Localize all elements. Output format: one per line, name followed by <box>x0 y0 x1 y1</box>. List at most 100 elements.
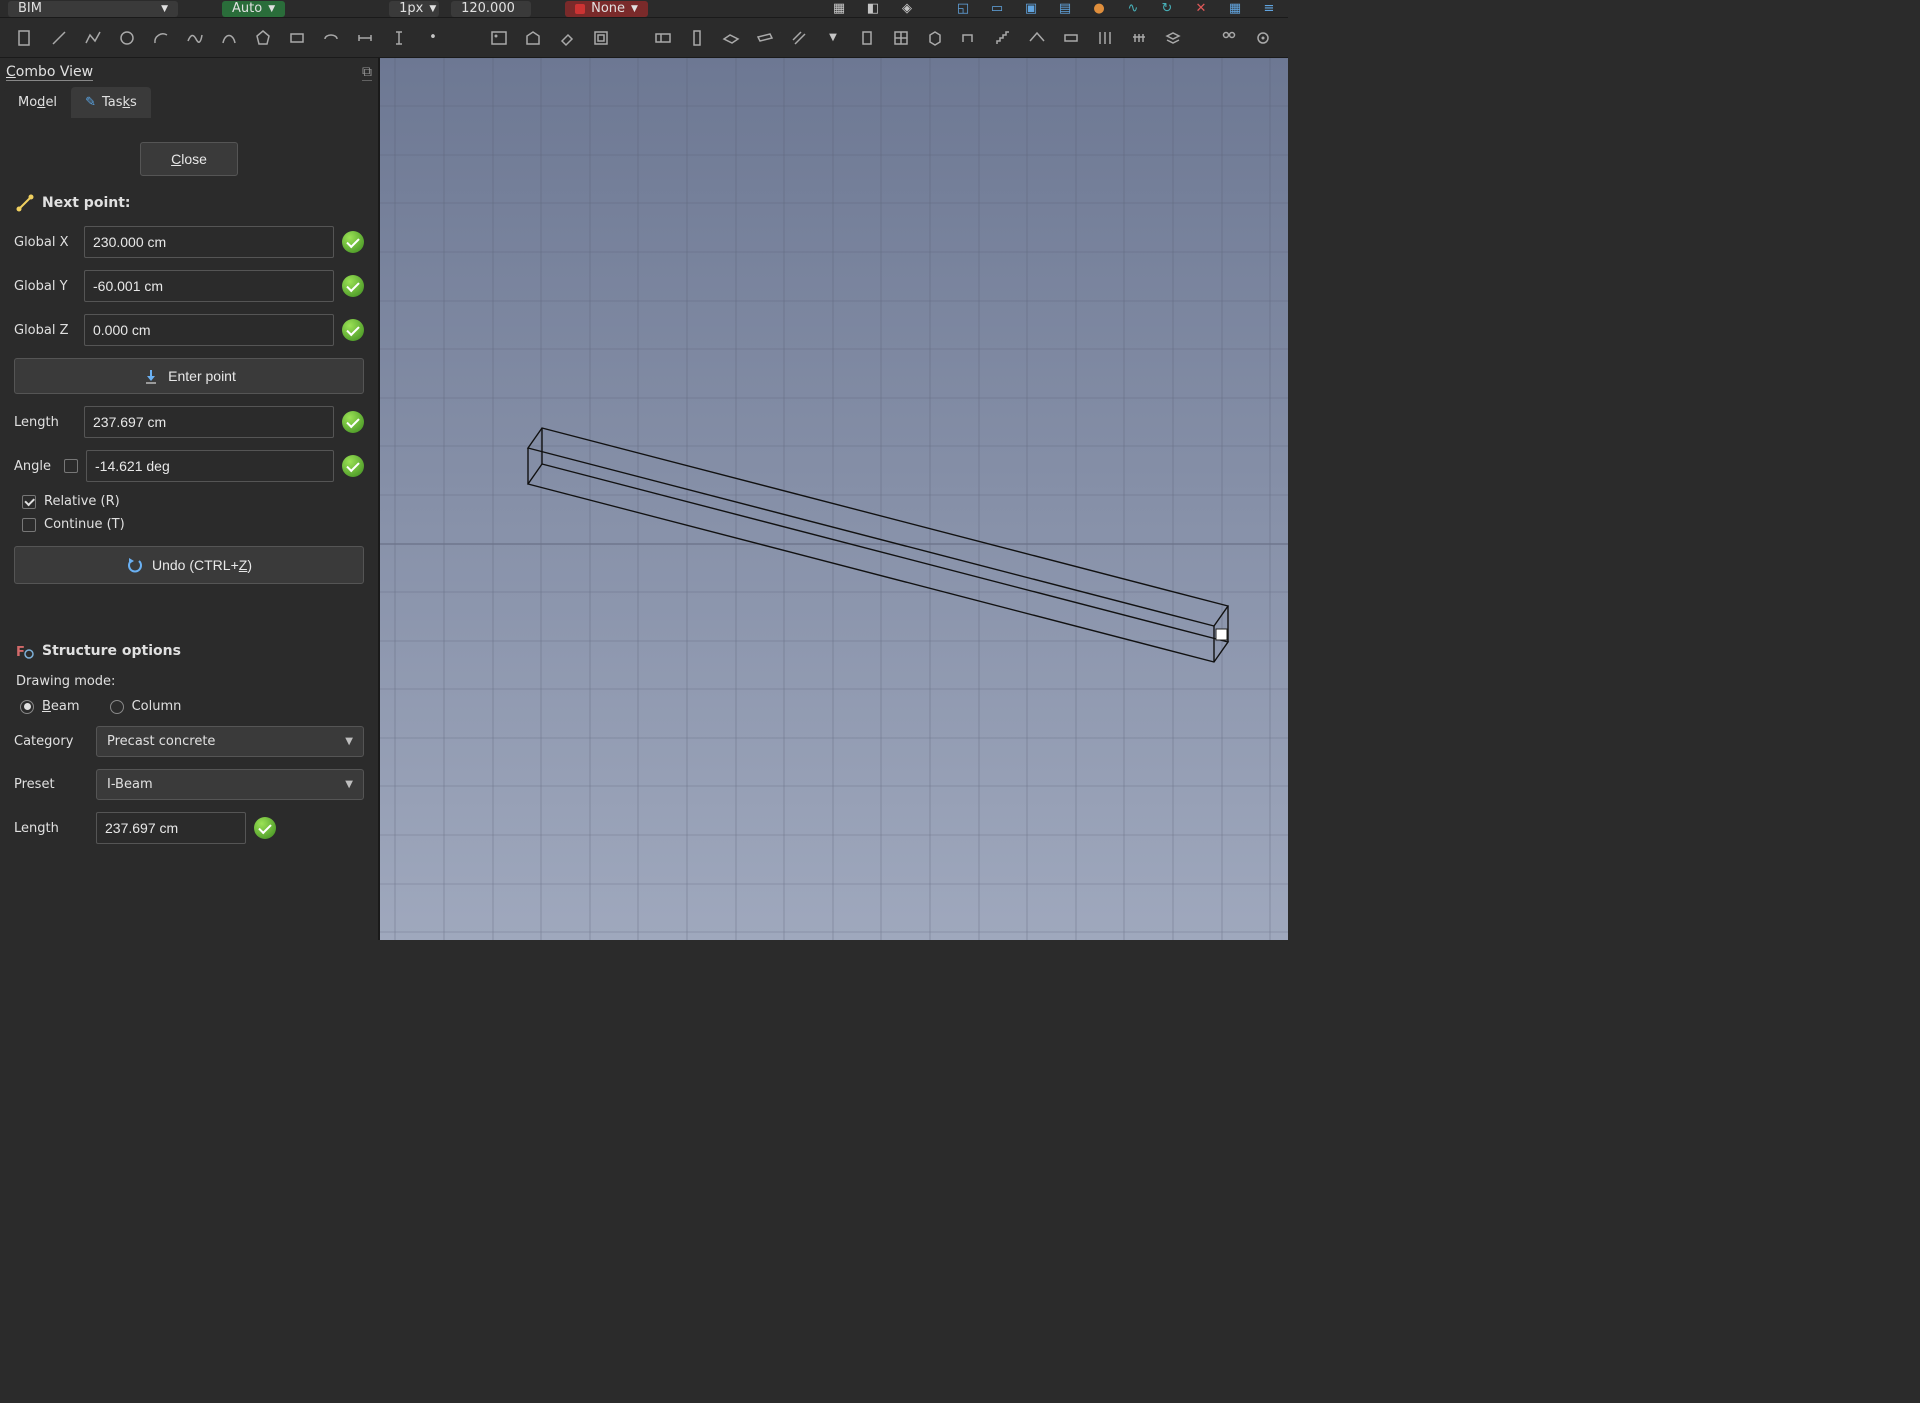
svg-text:F: F <box>16 645 25 660</box>
building-icon[interactable] <box>522 27 544 49</box>
bezier-icon[interactable] <box>218 27 240 49</box>
tab-tasks-label: Tasks <box>102 95 137 110</box>
rectangle-icon[interactable] <box>286 27 308 49</box>
check-icon <box>342 275 364 297</box>
stack-icon[interactable]: ▤ <box>1054 0 1076 18</box>
angle-input[interactable] <box>86 450 334 482</box>
viewport-canvas <box>380 58 1288 940</box>
close-button[interactable]: Close <box>140 142 238 176</box>
slab-icon[interactable] <box>720 27 742 49</box>
dim-v-icon[interactable] <box>388 27 410 49</box>
workbench-selector[interactable]: BIM ▼ <box>8 1 178 17</box>
global-z-input[interactable] <box>84 314 334 346</box>
tab-model[interactable]: Model <box>4 87 71 118</box>
bars-icon[interactable] <box>1094 27 1116 49</box>
tab-tasks[interactable]: ✎ Tasks <box>71 87 151 118</box>
wall-icon[interactable] <box>652 27 674 49</box>
relative-label: Relative (R) <box>44 494 120 509</box>
beam-radio[interactable] <box>20 700 34 714</box>
beam-icon[interactable] <box>754 27 776 49</box>
undock-icon[interactable]: ⧉ <box>362 64 372 81</box>
panel-icon[interactable] <box>1060 27 1082 49</box>
draft-tools: • <box>14 27 444 49</box>
pipe-icon[interactable] <box>958 27 980 49</box>
undo-icon <box>126 556 144 574</box>
preset-label: Preset <box>14 777 88 792</box>
point-icon[interactable]: • <box>422 27 444 49</box>
box3d-icon[interactable] <box>924 27 946 49</box>
wave-icon[interactable]: ∿ <box>1122 0 1144 18</box>
layer-pill[interactable]: None ▼ <box>565 1 648 17</box>
dim-h-icon[interactable] <box>354 27 376 49</box>
stairs-icon[interactable] <box>992 27 1014 49</box>
box-icon[interactable]: ◱ <box>952 0 974 18</box>
global-x-input[interactable] <box>84 226 334 258</box>
list-icon[interactable]: ≡ <box>1258 0 1280 18</box>
wp-icon[interactable]: ◧ <box>862 0 884 18</box>
window-icon[interactable] <box>890 27 912 49</box>
hatch-icon[interactable] <box>788 27 810 49</box>
dot-icon[interactable]: ● <box>1088 0 1110 18</box>
tabs: Model ✎ Tasks <box>0 87 378 118</box>
global-y-label: Global Y <box>14 279 76 294</box>
grid-icon[interactable]: ▦ <box>828 0 850 18</box>
top-toolbar-1: BIM ▼ Auto ▼ 1px ▼ 120.000 None ▼ ▦ ◧ ◈ <box>0 0 1288 18</box>
column-icon[interactable] <box>686 27 708 49</box>
layer-label: None <box>591 1 625 16</box>
door-icon[interactable] <box>856 27 878 49</box>
circle-icon[interactable] <box>116 27 138 49</box>
arc-icon[interactable] <box>150 27 172 49</box>
struct-length-input[interactable] <box>96 812 246 844</box>
refresh-icon[interactable]: ↻ <box>1156 0 1178 18</box>
roof-icon[interactable] <box>1026 27 1048 49</box>
chevron-down-icon[interactable]: ▼ <box>822 27 844 49</box>
global-y-input[interactable] <box>84 270 334 302</box>
continue-label: Continue (T) <box>44 517 125 532</box>
auto-mode-pill[interactable]: Auto ▼ <box>222 1 285 17</box>
line-point-icon <box>16 194 34 212</box>
global-x-label: Global X <box>14 235 76 250</box>
global-z-label: Global Z <box>14 323 76 338</box>
3d-viewport[interactable] <box>380 58 1288 940</box>
category-select[interactable]: Precast concrete ▼ <box>96 726 364 757</box>
frame-icon[interactable] <box>590 27 612 49</box>
scale-value: 120.000 <box>461 1 515 16</box>
polyline-icon[interactable] <box>82 27 104 49</box>
length-label: Length <box>14 415 76 430</box>
fence-icon[interactable] <box>1128 27 1150 49</box>
continue-checkbox[interactable] <box>22 518 36 532</box>
rect-icon[interactable]: ▭ <box>986 0 1008 18</box>
auto-label: Auto <box>232 1 262 16</box>
settings-icon[interactable] <box>1252 27 1274 49</box>
enter-point-button[interactable]: Enter point <box>14 358 364 394</box>
bspline-icon[interactable] <box>184 27 206 49</box>
add-icon[interactable]: ✕ <box>1190 0 1212 18</box>
line-icon[interactable] <box>48 27 70 49</box>
length-input[interactable] <box>84 406 334 438</box>
section-structure: F Structure options <box>16 642 364 660</box>
angle-lock-checkbox[interactable] <box>64 459 78 473</box>
people-icon[interactable] <box>1218 27 1240 49</box>
check-icon <box>342 319 364 341</box>
line-width-label: 1px <box>399 1 423 16</box>
cube-icon[interactable]: ▣ <box>1020 0 1042 18</box>
swatch-icon[interactable]: ▦ <box>1224 0 1246 18</box>
endpoint-handle[interactable] <box>1216 629 1227 640</box>
preset-select[interactable]: I-Beam ▼ <box>96 769 364 800</box>
arch-tools-2: ▼ <box>652 27 1184 49</box>
layers-icon[interactable] <box>1162 27 1184 49</box>
snap-icon[interactable]: ◈ <box>896 0 918 18</box>
relative-checkbox[interactable] <box>22 495 36 509</box>
polygon-icon[interactable] <box>252 27 274 49</box>
undo-button[interactable]: Undo (CTRL+Z) <box>14 546 364 584</box>
column-radio[interactable] <box>110 700 124 714</box>
check-icon <box>342 455 364 477</box>
eraser-icon[interactable] <box>556 27 578 49</box>
sheet-icon[interactable] <box>14 27 36 49</box>
beam-preview <box>528 428 1228 662</box>
line-width-selector[interactable]: 1px ▼ <box>389 1 439 17</box>
ellipse-arc-icon[interactable] <box>320 27 342 49</box>
scale-input[interactable]: 120.000 <box>451 1 531 17</box>
top-toolbar-2: • ▼ <box>0 18 1288 58</box>
image-icon[interactable] <box>488 27 510 49</box>
